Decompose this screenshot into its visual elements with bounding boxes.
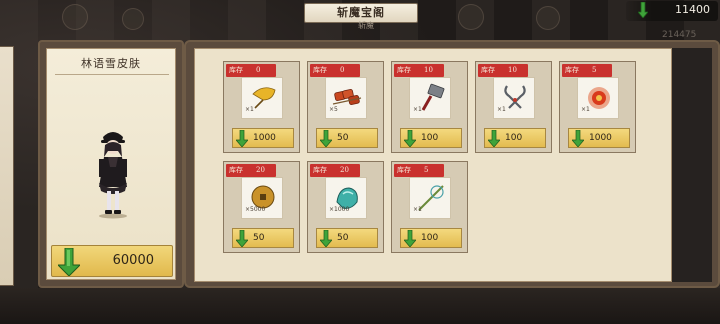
buy-button[interactable]: 100 (484, 128, 546, 148)
buy-button[interactable]: 1000 (568, 128, 630, 148)
stock-badge: 库存 20 (226, 164, 276, 177)
item-price: 1000 (253, 133, 276, 143)
shop-item-fishing-rod[interactable]: 库存 5 ×1 100 (391, 161, 468, 253)
buy-button[interactable]: 50 (316, 128, 378, 148)
background-lantern (536, 6, 560, 30)
stock-count: 5 (424, 166, 429, 174)
green-arrow-gem-icon (488, 130, 500, 147)
green-arrow-gem-icon (572, 130, 584, 147)
shop-item-copper-coin[interactable]: 库存 20 ×5000 50 (223, 161, 300, 253)
item-price: 100 (505, 133, 523, 143)
green-arrow-gem-icon (320, 230, 332, 247)
featured-skin-title: 林语雪皮肤 (81, 57, 141, 70)
item-quantity: ×5000 (245, 206, 266, 213)
shop-item-fire-orb[interactable]: 库存 5 ×1 1000 (559, 61, 636, 153)
shop-item-meat-skewer[interactable]: 库存 0 ×5 50 (307, 61, 384, 153)
stock-badge: 库存 10 (478, 64, 528, 77)
item-quantity: ×1 (413, 106, 422, 113)
currency-display: 11400 (626, 1, 718, 21)
background-lantern (122, 8, 144, 30)
item-quantity: ×5 (329, 106, 338, 113)
item-quantity: ×1 (245, 106, 254, 113)
buy-button[interactable]: 50 (232, 228, 294, 248)
stock-badge: 库存 0 (226, 64, 276, 77)
stock-count: 0 (256, 66, 261, 74)
green-arrow-gem-icon (404, 230, 416, 247)
buy-button[interactable]: 100 (400, 128, 462, 148)
buy-button[interactable]: 100 (400, 228, 462, 248)
currency-amount: 11400 (675, 3, 710, 16)
stock-badge: 库存 20 (310, 164, 360, 177)
item-price: 100 (421, 233, 439, 243)
green-arrow-gem-icon (58, 248, 80, 276)
stock-count: 0 (340, 66, 345, 74)
stock-label: 库存 (313, 66, 327, 74)
page-subtitle: 斩魔 (358, 21, 374, 30)
shop-grid: 库存 0 ×1 1000 库存 0 ×5 50 库存 10 ×1 100 库存 … (194, 48, 672, 282)
item-quantity: ×1 (497, 106, 506, 113)
stock-badge: 库存 10 (394, 64, 444, 77)
title-divider (55, 74, 169, 75)
item-price: 100 (421, 133, 439, 143)
stock-label: 库存 (481, 66, 495, 74)
item-price: 50 (337, 233, 349, 243)
green-arrow-gem-icon (236, 230, 248, 247)
stock-count: 5 (592, 66, 597, 74)
shop-item-hammer[interactable]: 库存 10 ×1 100 (391, 61, 468, 153)
stock-label: 库存 (397, 66, 411, 74)
shop-panel: 库存 0 ×1 1000 库存 0 ×5 50 库存 10 ×1 100 库存 … (184, 40, 720, 288)
green-arrow-gem-icon (404, 130, 416, 147)
item-price: 1000 (589, 133, 612, 143)
character-portrait (99, 132, 127, 219)
item-price: 50 (337, 133, 349, 143)
stock-badge: 库存 0 (310, 64, 360, 77)
item-price: 50 (253, 233, 265, 243)
item-quantity: ×1000 (329, 206, 350, 213)
shop-panel-edge (672, 48, 712, 282)
stock-label: 库存 (313, 166, 327, 174)
item-quantity: ×1 (581, 106, 590, 113)
stock-count: 20 (256, 166, 265, 174)
featured-skin-card[interactable]: 林语雪皮肤 60000 (46, 48, 176, 280)
item-quantity: ×1 (413, 206, 422, 213)
stock-count: 10 (508, 66, 517, 74)
stock-label: 库存 (229, 166, 243, 174)
background-lantern (458, 4, 484, 30)
bottom-bar (0, 288, 720, 324)
shop-item-ginkgo-leaf[interactable]: 库存 0 ×1 1000 (223, 61, 300, 153)
featured-skin-panel: 林语雪皮肤 60000 (38, 40, 184, 288)
stock-count: 10 (424, 66, 433, 74)
stock-label: 库存 (229, 66, 243, 74)
stock-label: 库存 (565, 66, 579, 74)
buy-button[interactable]: 1000 (232, 128, 294, 148)
featured-skin-price: 60000 (112, 253, 154, 268)
background-lantern (62, 4, 88, 30)
stock-label: 库存 (397, 166, 411, 174)
shop-item-jade-crystal[interactable]: 库存 20 ×1000 50 (307, 161, 384, 253)
buy-button[interactable]: 50 (316, 228, 378, 248)
green-arrow-gem-icon (236, 130, 248, 147)
featured-skin-price-button[interactable]: 60000 (51, 245, 173, 277)
stock-badge: 库存 5 (394, 164, 444, 177)
stock-count: 20 (340, 166, 349, 174)
stock-badge: 库存 5 (562, 64, 612, 77)
background-number: 214475 (662, 30, 697, 40)
green-arrow-gem-icon (320, 130, 332, 147)
shop-item-pincers[interactable]: 库存 10 ×1 100 (475, 61, 552, 153)
green-arrow-gem-icon (638, 2, 648, 18)
left-panel-edge[interactable] (0, 46, 14, 286)
